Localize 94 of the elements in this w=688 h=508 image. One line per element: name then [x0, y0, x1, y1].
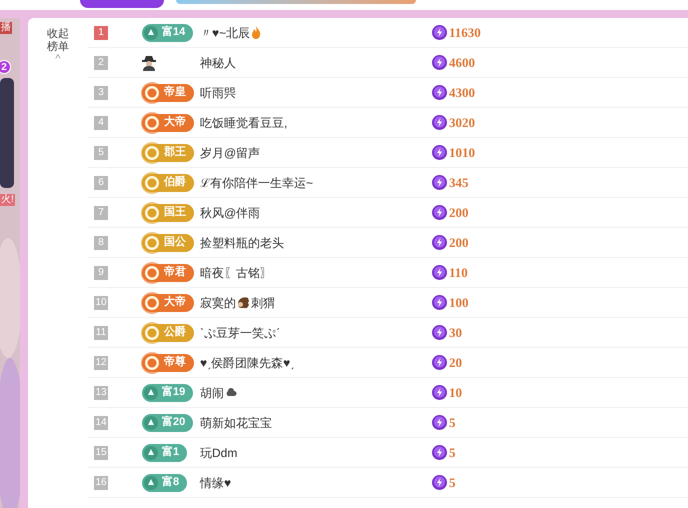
contribution-score: 100 — [449, 294, 468, 312]
noble-rank-badge: 帝皇 — [142, 84, 194, 102]
contribution-score: 200 — [449, 234, 468, 252]
lightning-coin-icon — [432, 415, 447, 430]
count-badge: 2 — [0, 60, 11, 74]
lightning-coin-icon — [432, 85, 447, 100]
contribution-score: 4600 — [449, 54, 475, 72]
lightning-coin-icon — [432, 175, 447, 190]
contribution-score: 200 — [449, 204, 468, 222]
rank-number: 13 — [94, 386, 108, 400]
wealth-level-badge: 富1 — [142, 444, 188, 462]
lightning-coin-icon — [432, 325, 447, 340]
drop-icon — [144, 416, 158, 430]
user-name: 情缘♥ — [200, 474, 232, 492]
lightning-coin-icon — [432, 445, 447, 460]
user-name: 捡塑料瓶的老头 — [200, 234, 284, 252]
wealth-level-badge: 富8 — [142, 474, 188, 492]
contribution-score: 20 — [449, 354, 462, 372]
contribution-score: 5 — [449, 414, 456, 432]
rank-number: 8 — [94, 236, 108, 250]
hot-label: 火! — [0, 194, 15, 206]
user-name: 秋风@伴雨 — [200, 204, 260, 222]
rank-number: 16 — [94, 476, 108, 490]
lightning-coin-icon — [432, 295, 447, 310]
rank-number: 2 — [94, 56, 108, 70]
user-name: 〃♥~北辰 — [200, 24, 250, 42]
user-name: 刺猬 — [251, 294, 275, 312]
lightning-coin-icon — [432, 265, 447, 280]
cloud-icon — [225, 388, 237, 397]
collapse-leaderboard-button[interactable]: 收起榜单 ^ — [44, 28, 72, 64]
noble-rank-badge: 帝尊 — [142, 354, 194, 372]
user-name: 吃饭睡觉看豆豆, — [200, 114, 288, 132]
rank-number: 11 — [94, 326, 108, 340]
lightning-coin-icon — [432, 145, 447, 160]
user-name: ♥ˏ侯爵团陳先森♥ˏ — [200, 354, 294, 372]
lightning-coin-icon — [432, 25, 447, 40]
drop-icon — [144, 26, 158, 40]
noble-rank-badge: 国公 — [142, 234, 194, 252]
contribution-score: 3020 — [449, 114, 475, 132]
user-name: 暗夜〖古铭〗 — [200, 264, 272, 282]
wealth-level-badge: 富19 — [142, 384, 194, 402]
rank-number: 7 — [94, 206, 108, 220]
contribution-score: 1010 — [449, 144, 475, 162]
lightning-coin-icon — [432, 205, 447, 220]
wealth-level-badge: 富20 — [142, 414, 194, 432]
hooded-figure-icon — [142, 54, 156, 70]
hedgehog-icon — [237, 296, 250, 309]
rank-number: 6 — [94, 176, 108, 190]
lightning-coin-icon — [432, 115, 447, 130]
drop-icon — [144, 476, 158, 490]
user-name: 岁月@留声 — [200, 144, 260, 162]
noble-rank-badge: 大帝 — [142, 114, 194, 132]
user-name: 胡闹 — [200, 384, 224, 402]
contribution-score: 345 — [449, 174, 468, 192]
drop-icon — [144, 446, 158, 460]
rank-number: 5 — [94, 146, 108, 160]
drop-icon — [144, 386, 158, 400]
rank-number: 14 — [94, 416, 108, 430]
noble-rank-badge: 大帝 — [142, 294, 194, 312]
contribution-score: 10 — [449, 384, 462, 402]
rank-number: 10 — [94, 296, 108, 310]
rank-number: 9 — [94, 266, 108, 280]
user-name: ˋぷ豆芽一笑ぷˊ — [200, 324, 280, 342]
rank-number: 15 — [94, 446, 108, 460]
rank-number: 12 — [94, 356, 108, 370]
tab-button[interactable] — [80, 0, 164, 8]
user-name: 神秘人 — [200, 54, 236, 72]
lightning-coin-icon — [432, 475, 447, 490]
rank-number: 4 — [94, 116, 108, 130]
noble-rank-badge: 伯爵 — [142, 174, 194, 192]
contribution-score: 4300 — [449, 84, 475, 102]
noble-rank-badge: 国王 — [142, 204, 194, 222]
live-tag: 播 — [0, 22, 12, 34]
rank-number: 3 — [94, 86, 108, 100]
contribution-score: 110 — [449, 264, 468, 282]
noble-rank-badge: 郡王 — [142, 144, 194, 162]
user-name: 寂寞的 — [200, 294, 236, 312]
user-name: 玩Ddm — [200, 444, 238, 462]
contribution-score: 5 — [449, 474, 456, 492]
user-name: 听雨巺 — [200, 84, 236, 102]
wealth-level-badge: 富14 — [142, 24, 194, 42]
contribution-score: 30 — [449, 324, 462, 342]
user-name: ℒ有你陪伴一生幸运~ — [200, 174, 314, 192]
lightning-coin-icon — [432, 55, 447, 70]
noble-rank-badge: 帝君 — [142, 264, 194, 282]
contribution-score: 11630 — [449, 24, 481, 42]
user-name: 萌新如花宝宝 — [200, 414, 272, 432]
noble-rank-badge: 公爵 — [142, 324, 194, 342]
lightning-coin-icon — [432, 355, 447, 370]
flame-icon — [251, 26, 262, 39]
rank-number: 1 — [94, 26, 108, 40]
lightning-coin-icon — [432, 235, 447, 250]
lightning-coin-icon — [432, 385, 447, 400]
contribution-score: 5 — [449, 444, 456, 462]
